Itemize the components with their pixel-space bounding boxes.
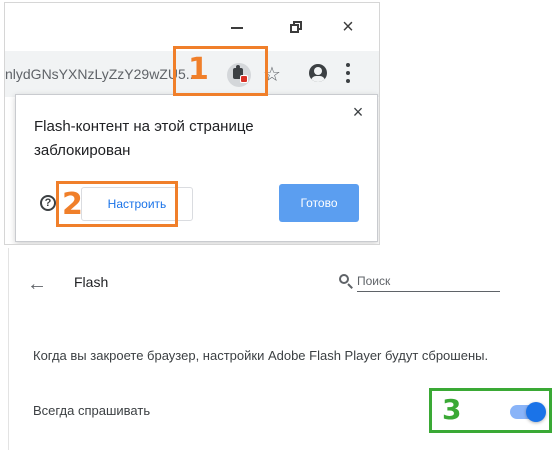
title-bar: × [5, 3, 379, 51]
close-window-icon[interactable]: × [338, 17, 358, 37]
step-marker-3: 3 [429, 388, 552, 433]
help-icon[interactable]: ? [40, 195, 56, 211]
done-button[interactable]: Готово [279, 184, 359, 222]
always-ask-toggle[interactable] [510, 402, 546, 422]
popup-close-icon[interactable]: × [349, 103, 367, 121]
flash-reset-info: Когда вы закроете браузер, настройки Ado… [33, 348, 489, 363]
restore-icon[interactable] [287, 17, 307, 37]
browser-window: × nlydGNsYXNzLyZzY29wZU5... ☆ Flash-конт… [4, 2, 380, 245]
back-arrow-icon[interactable]: ← [25, 272, 49, 296]
step-marker-1: 1 [173, 46, 268, 96]
always-ask-label: Всегда спрашивать [33, 403, 151, 418]
toggle-knob[interactable] [526, 402, 546, 422]
page-title: Flash [74, 274, 109, 290]
minimize-icon[interactable] [227, 17, 247, 37]
search-input[interactable] [357, 270, 500, 292]
step-marker-2: 2 [56, 181, 178, 227]
profile-icon[interactable] [309, 64, 327, 82]
search-icon [339, 274, 353, 289]
more-vert-icon[interactable] [345, 63, 351, 83]
popup-message: Flash-контент на этой странице заблокиро… [34, 118, 254, 159]
flash-settings-page: ← Flash Когда вы закроете браузер, настр… [8, 248, 554, 450]
step-number-2: 2 [62, 187, 83, 222]
step-number-1: 1 [188, 52, 209, 87]
step-number-3: 3 [442, 393, 462, 426]
